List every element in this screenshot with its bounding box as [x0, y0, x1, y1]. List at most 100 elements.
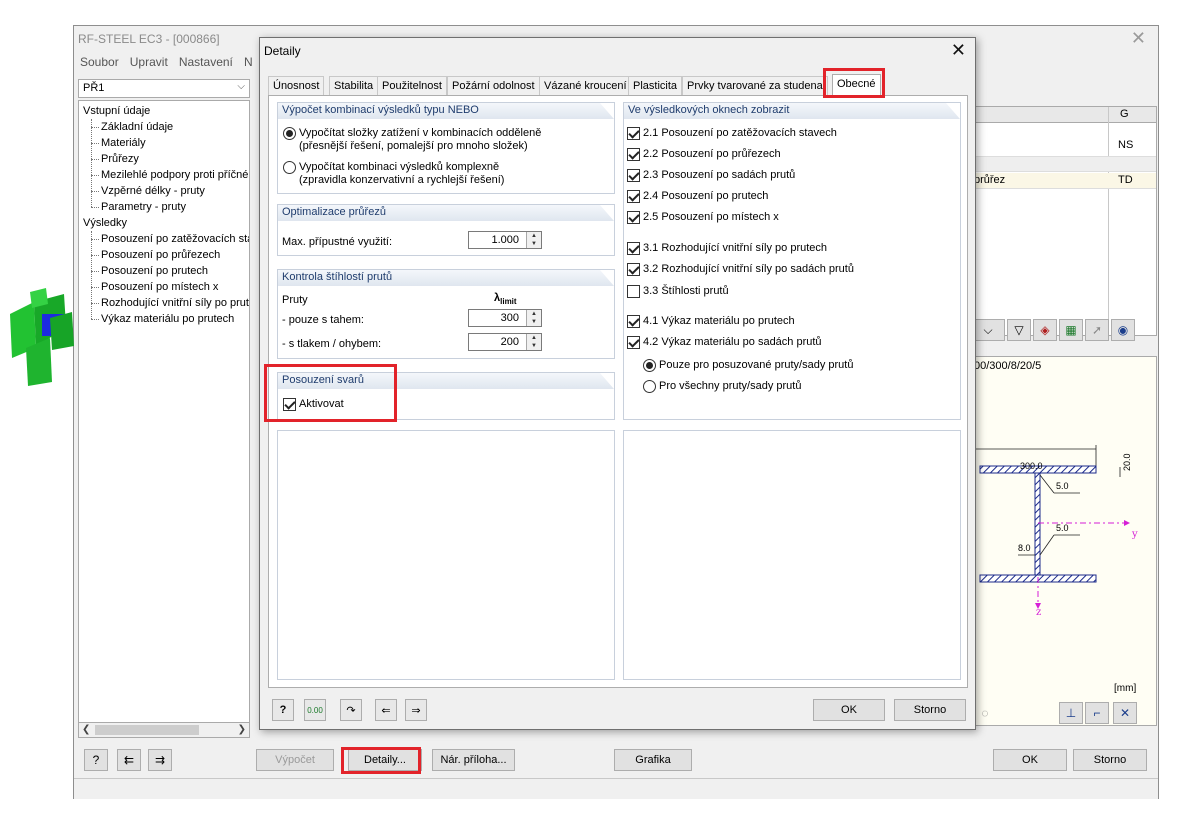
dialog-close-icon[interactable]: ✕	[951, 40, 966, 61]
display-2-2-label: 2.2 Posouzení po průřezech	[643, 148, 781, 160]
scroll-right-icon[interactable]: ❯	[238, 724, 246, 735]
menu-more[interactable]: N	[240, 52, 257, 72]
axes-icon[interactable]: ⌐	[1085, 702, 1109, 724]
import-icon[interactable]: ⇇	[117, 749, 141, 771]
tree-item-lateral-supports[interactable]: Mezilehlé podpory proti příčném	[101, 167, 249, 183]
window-close-icon[interactable]: ✕	[1131, 28, 1146, 49]
compression-bending-input[interactable]: 200 ▲ ▼	[468, 333, 542, 351]
export-icon[interactable]: ⇒	[405, 699, 427, 721]
max-utilization-label: Max. přípustné využití:	[282, 236, 393, 248]
display-2-3-checkbox[interactable]	[627, 169, 640, 182]
units-icon[interactable]: 0.00	[304, 699, 326, 721]
group-or-combinations-title: Výpočet kombinací výsledků typu NEBO	[278, 103, 614, 119]
display-2-5-checkbox[interactable]	[627, 211, 640, 224]
tab-cold-formed[interactable]: Prvky tvarované za studena	[682, 76, 828, 95]
menu-edit[interactable]: Upravit	[126, 52, 172, 72]
tab-panel-general: Výpočet kombinací výsledků typu NEBO Vyp…	[268, 95, 968, 688]
tension-only-input[interactable]: 300 ▲ ▼	[468, 309, 542, 327]
display-3-1-checkbox[interactable]	[627, 242, 640, 255]
table-toolbar: ⌵ ▽ ◈ ▦ ➚ ◉	[971, 319, 1157, 343]
tab-serviceability[interactable]: Použitelnost	[377, 76, 447, 95]
tree-item-design-load-cases[interactable]: Posouzení po zatěžovacích stav	[101, 231, 249, 247]
tree-item-sections[interactable]: Průřezy	[101, 151, 139, 167]
tab-fire-resistance[interactable]: Požární odolnost	[447, 76, 540, 95]
tree-item-materials[interactable]: Materiály	[101, 135, 146, 151]
tree-item-design-x-locations[interactable]: Posouzení po místech x	[101, 279, 218, 295]
display-4-2-label: 4.2 Výkaz materiálu po sadách prutů	[643, 336, 822, 348]
tree-item-governing-forces[interactable]: Rozhodující vnitřní síly po prute	[101, 295, 249, 311]
group-welds: Posouzení svarů Aktivovat	[277, 372, 615, 420]
tab-general[interactable]: Obecné	[832, 74, 881, 97]
tree-item-buckling-lengths[interactable]: Vzpěrné délky - pruty	[101, 183, 205, 199]
filter-icon[interactable]: ▽	[1007, 319, 1031, 341]
calculation-button[interactable]: Výpočet	[256, 749, 334, 771]
dialog-ok-button[interactable]: OK	[813, 699, 885, 721]
group-optimization: Optimalizace průřezů Max. přípustné využ…	[277, 204, 615, 256]
color-scale-icon[interactable]: ◈	[1033, 319, 1057, 341]
dimension-icon[interactable]: ⊥	[1059, 702, 1083, 724]
spin-arrows-icon[interactable]: ▲ ▼	[526, 310, 541, 326]
display-4-2-checkbox[interactable]	[627, 336, 640, 349]
main-ok-button[interactable]: OK	[993, 749, 1067, 771]
group-slenderness: Kontrola štíhlostí prutů Pruty λlimit - …	[277, 269, 615, 359]
help-icon[interactable]: ?	[84, 749, 108, 771]
scrollbar-thumb[interactable]	[95, 725, 199, 735]
radio-designed-members-only-label: Pouze pro posuzované pruty/sady prutů	[659, 359, 854, 371]
tree-item-design-sections[interactable]: Posouzení po průřezech	[101, 247, 220, 263]
table-cell-section: průřez	[974, 174, 1006, 186]
tab-resistance[interactable]: Únosnost	[268, 76, 325, 95]
menu-settings[interactable]: Nastavení	[175, 52, 237, 72]
help-icon[interactable]: ?	[272, 699, 294, 721]
tree-input-root[interactable]: Vstupní údaje	[83, 103, 150, 119]
model-fragment-icon	[10, 288, 74, 386]
national-annex-button[interactable]: Nár. příloha...	[432, 749, 515, 771]
tree-item-parameters[interactable]: Parametry - pruty	[101, 199, 186, 215]
radio-all-members[interactable]	[643, 380, 656, 393]
tree-horizontal-scrollbar[interactable]: ❮ ❯	[78, 722, 250, 738]
table-filter-select[interactable]: ⌵	[971, 319, 1005, 341]
display-4-1-checkbox[interactable]	[627, 315, 640, 328]
tree-item-design-members[interactable]: Posouzení po prutech	[101, 263, 208, 279]
import-icon[interactable]: ⇐	[375, 699, 397, 721]
tab-plasticity[interactable]: Plasticita	[628, 76, 683, 95]
tab-warping-torsion[interactable]: Vázané kroucení	[539, 76, 632, 95]
load-case-value: PŘ1	[83, 82, 105, 94]
details-button[interactable]: Detaily...	[348, 749, 422, 771]
export-icon[interactable]: ⇉	[148, 749, 172, 771]
activate-welds-checkbox[interactable]	[283, 398, 296, 411]
results-table-pane: G NS průřez TD	[971, 106, 1157, 336]
radio-designed-members-only[interactable]	[643, 359, 656, 372]
display-3-3-checkbox[interactable]	[627, 285, 640, 298]
view-eye-icon[interactable]: ◉	[1111, 319, 1135, 341]
excel-export-icon[interactable]: ▦	[1059, 319, 1083, 341]
empty-left-area	[277, 430, 615, 680]
tree-item-basic-data[interactable]: Základní údaje	[101, 119, 173, 135]
web-thickness-label: 8.0	[1018, 543, 1031, 553]
spin-arrows-icon[interactable]: ▲ ▼	[526, 334, 541, 350]
display-2-4-checkbox[interactable]	[627, 190, 640, 203]
display-2-1-checkbox[interactable]	[627, 127, 640, 140]
weld-bottom-label: 5.0	[1056, 523, 1069, 533]
tree-results-root[interactable]: Výsledky	[83, 215, 127, 231]
radio-separate-components[interactable]	[283, 127, 296, 140]
table-cell-ns: NS	[1118, 139, 1134, 151]
display-2-2-checkbox[interactable]	[627, 148, 640, 161]
render-icon[interactable]: ◌	[973, 702, 997, 724]
status-bar	[74, 778, 1158, 799]
radio-complex-combination[interactable]	[283, 161, 296, 174]
tree-item-material-list[interactable]: Výkaz materiálu po prutech	[101, 311, 234, 327]
load-case-select[interactable]: PŘ1 ⌵	[78, 79, 250, 98]
display-3-2-checkbox[interactable]	[627, 263, 640, 276]
tab-stability[interactable]: Stabilita	[329, 76, 379, 95]
display-2-5-label: 2.5 Posouzení po místech x	[643, 211, 779, 223]
pointer-icon[interactable]: ➚	[1085, 319, 1109, 341]
scroll-left-icon[interactable]: ❮	[82, 724, 90, 735]
menu-file[interactable]: Soubor	[76, 52, 123, 72]
max-utilization-input[interactable]: 1.000 ▲ ▼	[468, 231, 542, 249]
graphics-button[interactable]: Grafika	[614, 749, 692, 771]
reset-view-icon[interactable]: ✕	[1113, 702, 1137, 724]
redo-icon[interactable]: ↷	[340, 699, 362, 721]
spin-arrows-icon[interactable]: ▲ ▼	[526, 232, 541, 248]
dialog-cancel-button[interactable]: Storno	[894, 699, 966, 721]
main-cancel-button[interactable]: Storno	[1073, 749, 1147, 771]
